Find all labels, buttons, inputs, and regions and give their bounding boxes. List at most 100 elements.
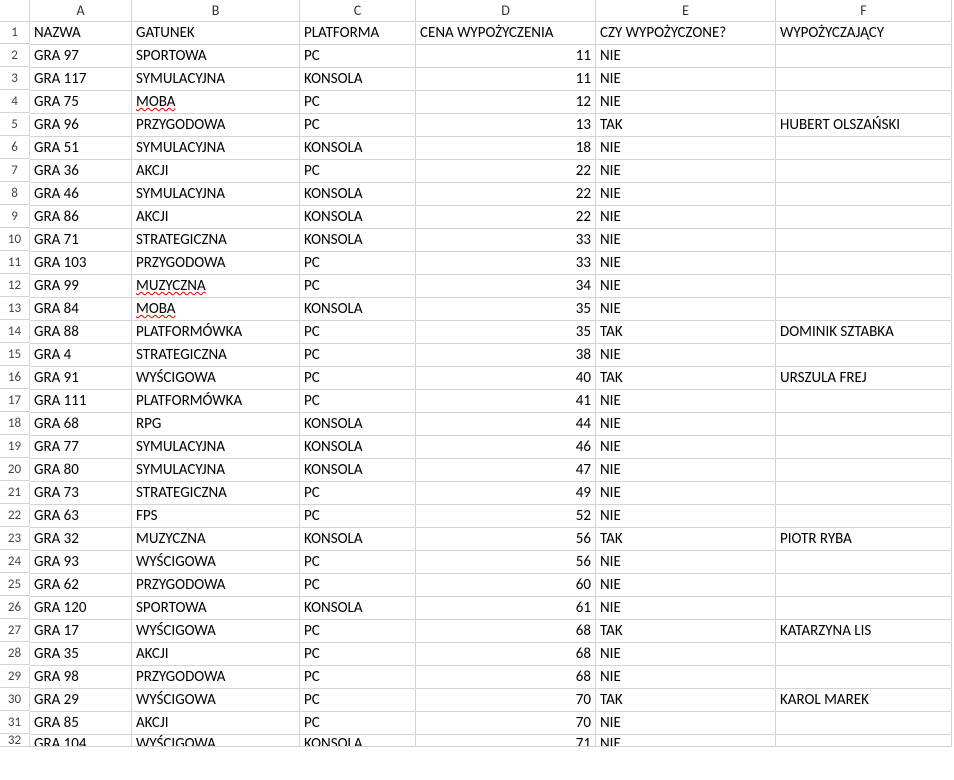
cell-C31[interactable]: PC [300,712,416,735]
cell-A24[interactable]: GRA 93 [30,551,132,574]
cell-C19[interactable]: KONSOLA [300,436,416,459]
cell-E21[interactable]: NIE [596,482,776,505]
row-header-30[interactable]: 30 [0,689,30,711]
cell-D23[interactable]: 56 [416,528,596,551]
cell-F13[interactable] [776,298,952,321]
cell-C20[interactable]: KONSOLA [300,459,416,482]
cell-F19[interactable] [776,436,952,459]
column-header-E[interactable]: E [596,0,776,22]
cell-B24[interactable]: WYŚCIGOWA [132,551,300,574]
cell-A21[interactable]: GRA 73 [30,482,132,505]
cell-A16[interactable]: GRA 91 [30,367,132,390]
cell-B15[interactable]: STRATEGICZNA [132,344,300,367]
cell-B29[interactable]: PRZYGODOWA [132,666,300,689]
cell-E16[interactable]: TAK [596,367,776,390]
cell-A23[interactable]: GRA 32 [30,528,132,551]
cell-F18[interactable] [776,413,952,436]
cell-D24[interactable]: 56 [416,551,596,574]
cell-C15[interactable]: PC [300,344,416,367]
cell-B8[interactable]: SYMULACYJNA [132,183,300,206]
cell-D17[interactable]: 41 [416,390,596,413]
cell-C27[interactable]: PC [300,620,416,643]
cell-F15[interactable] [776,344,952,367]
cell-C25[interactable]: PC [300,574,416,597]
cell-D21[interactable]: 49 [416,482,596,505]
cell-B19[interactable]: SYMULACYJNA [132,436,300,459]
cell-F24[interactable] [776,551,952,574]
cell-B21[interactable]: STRATEGICZNA [132,482,300,505]
cell-A27[interactable]: GRA 17 [30,620,132,643]
row-header-4[interactable]: 4 [0,91,30,113]
column-header-B[interactable]: B [132,0,300,22]
cell-B9[interactable]: AKCJI [132,206,300,229]
cell-B18[interactable]: RPG [132,413,300,436]
cell-E17[interactable]: NIE [596,390,776,413]
cell-C24[interactable]: PC [300,551,416,574]
cell-C12[interactable]: PC [300,275,416,298]
cell-A14[interactable]: GRA 88 [30,321,132,344]
row-header-9[interactable]: 9 [0,206,30,228]
cell-A20[interactable]: GRA 80 [30,459,132,482]
row-header-21[interactable]: 21 [0,482,30,504]
row-header-12[interactable]: 12 [0,275,30,297]
cell-E13[interactable]: NIE [596,298,776,321]
cell-D25[interactable]: 60 [416,574,596,597]
row-header-24[interactable]: 24 [0,551,30,573]
cell-B14[interactable]: PLATFORMÓWKA [132,321,300,344]
cell-A8[interactable]: GRA 46 [30,183,132,206]
cell-E7[interactable]: NIE [596,160,776,183]
cell-C14[interactable]: PC [300,321,416,344]
row-header-29[interactable]: 29 [0,666,30,688]
cell-F23[interactable]: PIOTR RYBA [776,528,952,551]
cell-B1[interactable]: GATUNEK [132,22,300,45]
cell-B3[interactable]: SYMULACYJNA [132,68,300,91]
cell-D13[interactable]: 35 [416,298,596,321]
cell-F9[interactable] [776,206,952,229]
cell-E24[interactable]: NIE [596,551,776,574]
cell-E18[interactable]: NIE [596,413,776,436]
cell-D12[interactable]: 34 [416,275,596,298]
row-header-20[interactable]: 20 [0,459,30,481]
cell-A15[interactable]: GRA 4 [30,344,132,367]
cell-B13[interactable]: MOBA [132,298,300,321]
cell-F31[interactable] [776,712,952,735]
cell-F4[interactable] [776,91,952,114]
row-header-1[interactable]: 1 [0,22,30,44]
cell-B10[interactable]: STRATEGICZNA [132,229,300,252]
cell-A13[interactable]: GRA 84 [30,298,132,321]
cell-B20[interactable]: SYMULACYJNA [132,459,300,482]
cell-D16[interactable]: 40 [416,367,596,390]
cell-E26[interactable]: NIE [596,597,776,620]
cell-D6[interactable]: 18 [416,137,596,160]
cell-E1[interactable]: CZY WYPOŻYCZONE? [596,22,776,45]
cell-A26[interactable]: GRA 120 [30,597,132,620]
cell-A10[interactable]: GRA 71 [30,229,132,252]
cell-C23[interactable]: KONSOLA [300,528,416,551]
cell-D5[interactable]: 13 [416,114,596,137]
cell-E4[interactable]: NIE [596,91,776,114]
cell-E3[interactable]: NIE [596,68,776,91]
cell-F30[interactable]: KAROL MAREK [776,689,952,712]
column-header-C[interactable]: C [300,0,416,22]
cell-E9[interactable]: NIE [596,206,776,229]
spreadsheet-grid[interactable]: ABCDEF1NAZWAGATUNEKPLATFORMACENA WYPOŻYC… [0,0,954,747]
cell-D27[interactable]: 68 [416,620,596,643]
cell-F8[interactable] [776,183,952,206]
cell-C9[interactable]: KONSOLA [300,206,416,229]
cell-A1[interactable]: NAZWA [30,22,132,45]
cell-C22[interactable]: PC [300,505,416,528]
cell-C32[interactable]: KONSOLA [300,735,416,747]
cell-B32[interactable]: WYŚCIGOWA [132,735,300,747]
cell-E29[interactable]: NIE [596,666,776,689]
row-header-18[interactable]: 18 [0,413,30,435]
cell-D3[interactable]: 11 [416,68,596,91]
cell-A5[interactable]: GRA 96 [30,114,132,137]
cell-D2[interactable]: 11 [416,45,596,68]
cell-F27[interactable]: KATARZYNA LIS [776,620,952,643]
cell-C6[interactable]: KONSOLA [300,137,416,160]
row-header-27[interactable]: 27 [0,620,30,642]
cell-F22[interactable] [776,505,952,528]
cell-F1[interactable]: WYPOŻYCZAJĄCY [776,22,952,45]
cell-A12[interactable]: GRA 99 [30,275,132,298]
cell-C11[interactable]: PC [300,252,416,275]
